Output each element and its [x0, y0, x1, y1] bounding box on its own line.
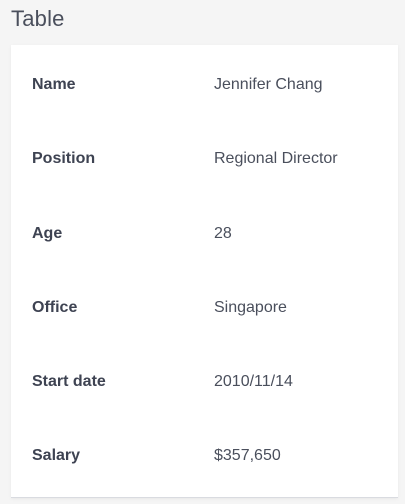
table-row: Salary $357,650 — [11, 436, 398, 476]
table-row: Start date 2010/11/14 — [11, 362, 398, 402]
detail-table: Name Jennifer Chang Position Regional Di… — [11, 45, 398, 498]
page: Table Name Jennifer Chang Position Regio… — [0, 0, 405, 504]
table-row: Name Jennifer Chang — [11, 65, 398, 105]
row-value-salary: $357,650 — [214, 447, 281, 464]
table-row: Position Regional Director — [11, 139, 398, 179]
row-label-age: Age — [32, 225, 63, 242]
table-row: Office Singapore — [11, 288, 398, 328]
row-value-age: 28 — [214, 225, 232, 242]
row-label-position: Position — [32, 150, 96, 167]
row-label-office: Office — [32, 299, 78, 316]
row-label-salary: Salary — [32, 447, 81, 464]
row-value-office: Singapore — [214, 299, 287, 316]
page-title: Table — [11, 6, 65, 31]
row-label-start-date: Start date — [32, 373, 106, 390]
row-value-name: Jennifer Chang — [214, 76, 323, 93]
row-label-name: Name — [32, 76, 76, 93]
table-row: Age 28 — [11, 214, 398, 254]
row-value-start-date: 2010/11/14 — [214, 373, 293, 390]
row-value-position: Regional Director — [214, 150, 338, 167]
